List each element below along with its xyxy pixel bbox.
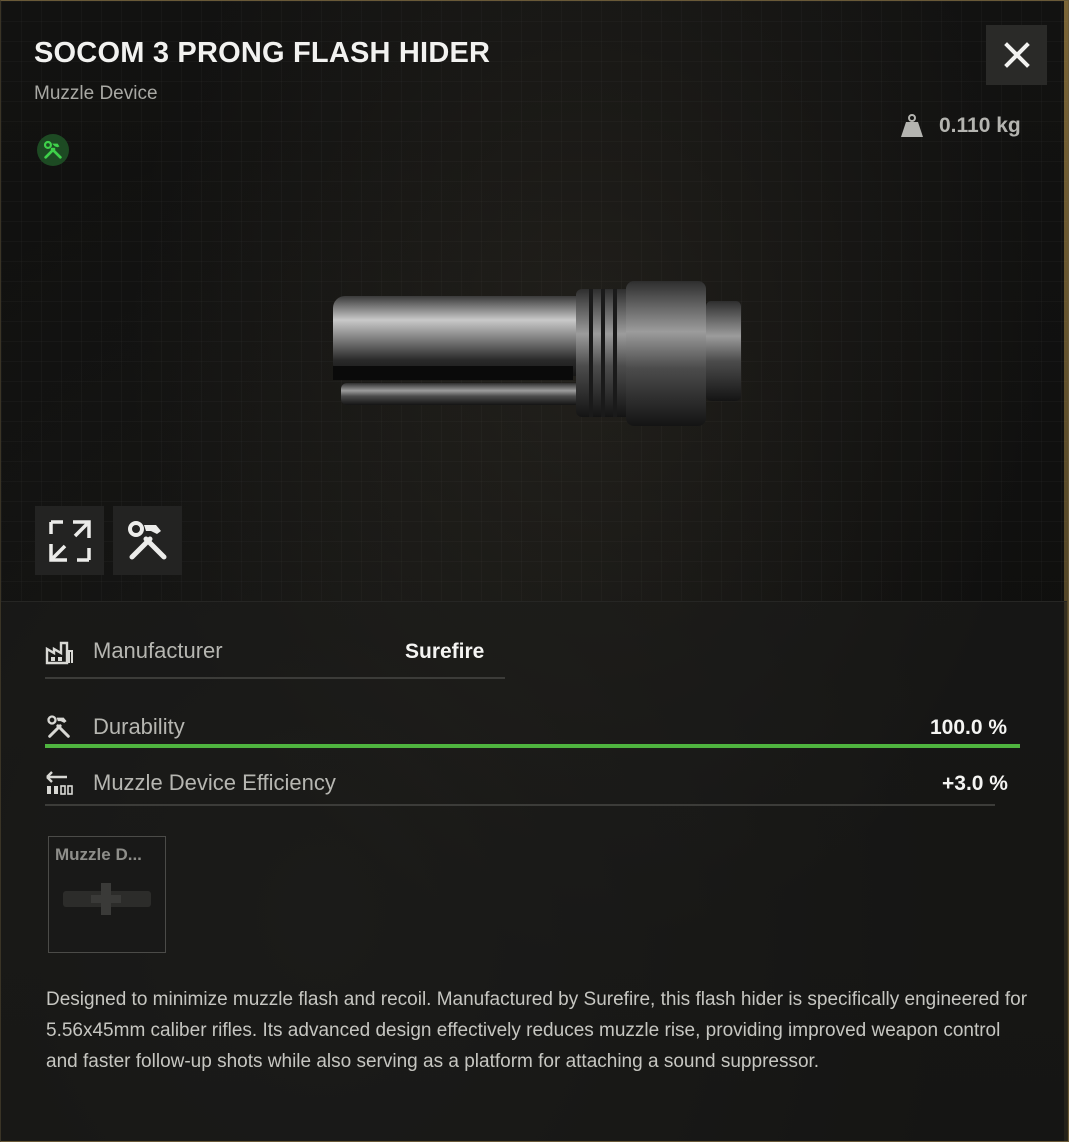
- manufacturer-divider: [45, 677, 505, 679]
- durability-label: Durability: [93, 714, 185, 739]
- item-detail-panel: SOCOM 3 PRONG FLASH HIDER Muzzle Device …: [0, 0, 1069, 1142]
- muzzle-device-placeholder-icon: [63, 883, 151, 915]
- factory-icon: [45, 641, 73, 665]
- item-title: SOCOM 3 PRONG FLASH HIDER: [34, 37, 491, 69]
- manufacturer-label: Manufacturer: [93, 638, 223, 663]
- item-category: Muzzle Device: [34, 83, 158, 104]
- collapse-button[interactable]: [35, 506, 104, 575]
- collapse-arrows-icon: [48, 519, 91, 562]
- weight-icon: [901, 114, 923, 137]
- item-weight: 0.110 kg: [899, 113, 1021, 139]
- close-icon: [1003, 42, 1030, 68]
- item-image-flash-hider: [321, 271, 751, 436]
- manufacturer-value: Surefire: [405, 640, 485, 663]
- efficiency-label: Muzzle Device Efficiency: [93, 770, 336, 795]
- wrench-hammer-icon: [37, 134, 69, 166]
- efficiency-row: Muzzle Device Efficiency: [45, 769, 336, 797]
- manufacturer-row: Manufacturer: [45, 637, 223, 665]
- tools-icon: [47, 715, 70, 738]
- durability-value: 100.0 %: [930, 716, 1008, 739]
- item-description: Designed to minimize muzzle flash and re…: [46, 989, 1028, 1072]
- tools-button[interactable]: [113, 506, 182, 575]
- tools-icon: [127, 520, 166, 559]
- close-button[interactable]: [986, 25, 1047, 85]
- durability-bar: [45, 744, 1020, 748]
- efficiency-divider: [45, 804, 995, 806]
- efficiency-value: +3.0 %: [942, 772, 1008, 795]
- slot-label: Muzzle D...: [55, 845, 142, 864]
- efficiency-icon: [46, 771, 73, 795]
- muzzle-device-slot[interactable]: Muzzle D...: [48, 836, 166, 953]
- weight-value: 0.110 kg: [939, 114, 1021, 137]
- durability-row: Durability: [45, 713, 185, 741]
